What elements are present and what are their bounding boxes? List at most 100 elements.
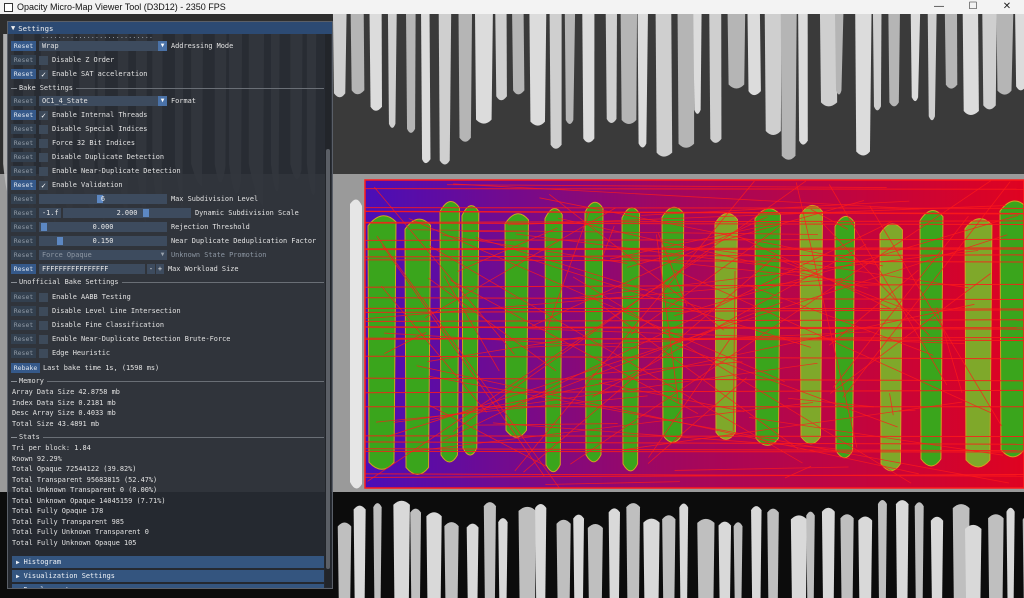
stats-line: Total Unknown Opaque 14045159 (7.71%) [12, 496, 166, 505]
texture-strand [697, 518, 715, 598]
reset-button[interactable]: Reset [11, 236, 36, 246]
reset-button[interactable]: Reset [11, 306, 36, 316]
unofficial-option-label: Disable Level Line Intersection [52, 307, 181, 315]
addressing-mode-combo[interactable]: Wrap ▼ [39, 41, 167, 51]
settings-panel[interactable]: ▼ Settings ........................... R… [7, 21, 333, 589]
texture-strand [410, 508, 422, 598]
minimize-button[interactable]: — [922, 0, 956, 14]
close-button[interactable]: ✕ [990, 0, 1024, 14]
bake-option-checkbox[interactable] [39, 152, 48, 162]
reset-button[interactable]: Reset [11, 124, 36, 134]
slider-grab[interactable] [143, 209, 149, 217]
texture-strand [872, 14, 882, 111]
unofficial-option-checkbox[interactable] [39, 306, 48, 316]
unofficial-option-checkbox[interactable] [39, 334, 48, 344]
enable-sat-checkbox[interactable]: ✓ [39, 69, 48, 79]
reset-button[interactable]: Reset [11, 222, 36, 232]
unofficial-option-checkbox[interactable] [39, 292, 48, 302]
collapsing-header[interactable]: ▶ Visualization Settings [12, 570, 324, 582]
slider-grab[interactable] [41, 223, 47, 231]
format-label: Format [171, 97, 196, 105]
texture-strand [466, 523, 479, 598]
reset-button[interactable]: Reset [11, 110, 36, 120]
reset-button[interactable]: Reset [11, 334, 36, 344]
combo-value: Force Opaque [42, 251, 92, 259]
addressing-mode-label: Addressing Mode [171, 42, 234, 50]
collapsing-header[interactable]: ▶ Histogram [12, 556, 324, 568]
expand-triangle-icon: ▶ [16, 587, 20, 589]
window-titlebar: Opacity Micro-Map Viewer Tool (D3D12) - … [0, 0, 1024, 14]
texture-strand [780, 14, 797, 160]
bake-option-checkbox[interactable] [39, 138, 48, 148]
increment-button[interactable]: + [156, 264, 164, 274]
unofficial-option-checkbox[interactable] [39, 320, 48, 330]
unknown-state-label: Unknown State Promotion [171, 251, 267, 259]
slider-value: 6 [100, 195, 106, 203]
texture-strand [982, 14, 997, 110]
scrollbar-thumb[interactable] [326, 149, 330, 569]
stats-line: Total Opaque 72544122 (39.82%) [12, 465, 137, 473]
reset-button[interactable]: Reset [11, 180, 36, 190]
rebake-button[interactable]: Rebake [11, 363, 40, 373]
reset-button[interactable]: Reset [11, 41, 36, 51]
rejection-threshold-slider[interactable]: 0.000 [39, 222, 167, 232]
texture-strand [564, 14, 576, 125]
texture-strand [512, 14, 525, 95]
app-icon [4, 2, 13, 12]
decrement-button[interactable]: - [147, 264, 155, 274]
texture-strand [718, 521, 732, 598]
texture-strand [587, 524, 603, 598]
unknown-state-row: Reset Force Opaque ▼ Unknown State Promo… [11, 249, 324, 261]
dynamic-subdivision-prefix[interactable]: -1.f [39, 208, 61, 218]
texture-strand [495, 14, 507, 101]
max-subdivision-slider[interactable]: 6 [39, 194, 167, 204]
bake-option-checkbox[interactable]: ✓ [39, 180, 48, 190]
unofficial-option-checkbox[interactable] [39, 348, 48, 358]
chevron-down-icon: ▼ [158, 250, 167, 260]
texture-strand [393, 500, 410, 598]
maximize-button[interactable]: ☐ [956, 0, 990, 14]
near-duplicate-factor-slider[interactable]: 0.150 [39, 236, 167, 246]
rebake-row: Rebake Last bake time 1s, (1598 ms) [11, 362, 324, 374]
chevron-down-icon: ▼ [158, 96, 167, 106]
unknown-state-combo[interactable]: Force Opaque ▼ [39, 250, 167, 260]
unofficial-option-label: Disable Fine Classification [52, 321, 165, 329]
texture-strand [535, 503, 547, 598]
texture-strand [693, 14, 702, 114]
texture-strand [819, 14, 838, 107]
reset-button[interactable]: Reset [11, 250, 36, 260]
reset-button[interactable]: Reset [11, 166, 36, 176]
slider-grab[interactable] [57, 237, 63, 245]
max-workload-input[interactable]: FFFFFFFFFFFFFFFF [39, 264, 145, 274]
collapsing-header[interactable]: ▶ Development [12, 584, 324, 589]
disable-z-order-label: Disable Z Order [52, 56, 115, 64]
dynamic-subdivision-label: Dynamic Subdivision Scale [195, 209, 299, 217]
reset-button[interactable]: Reset [11, 264, 36, 274]
bake-option-label: Force 32 Bit Indices [52, 139, 135, 147]
memory-stat-line: Index Data Size 0.2181 mb [12, 398, 116, 407]
reset-button[interactable]: Reset [11, 138, 36, 148]
max-subdivision-row: Reset 6 Max Subdivision Level [11, 193, 324, 205]
reset-button[interactable]: Reset [11, 194, 36, 204]
disable-z-order-checkbox[interactable] [39, 55, 48, 65]
reset-button[interactable]: Reset [11, 96, 36, 106]
disable-z-order-row: Reset Disable Z Order [11, 54, 324, 66]
reset-button[interactable]: Reset [11, 55, 36, 65]
reset-button[interactable]: Reset [11, 152, 36, 162]
dynamic-subdivision-slider[interactable]: 2.000 [63, 208, 191, 218]
reset-button[interactable]: Reset [11, 208, 36, 218]
texture-strand [475, 14, 493, 124]
reset-button[interactable]: Reset [11, 320, 36, 330]
reset-button[interactable]: Reset [11, 292, 36, 302]
bake-option-checkbox[interactable] [39, 124, 48, 134]
bake-option-row: Reset Disable Special Indices [11, 123, 324, 135]
format-combo[interactable]: OC1_4_State ▼ [39, 96, 167, 106]
texture-strand [350, 14, 365, 95]
texture-strand [764, 14, 782, 135]
bake-option-checkbox[interactable]: ✓ [39, 110, 48, 120]
panel-scrollbar[interactable] [325, 34, 331, 587]
bake-option-checkbox[interactable] [39, 166, 48, 176]
reset-button[interactable]: Reset [11, 348, 36, 358]
reset-button[interactable]: Reset [11, 69, 36, 79]
memory-separator: Memory [11, 376, 324, 386]
